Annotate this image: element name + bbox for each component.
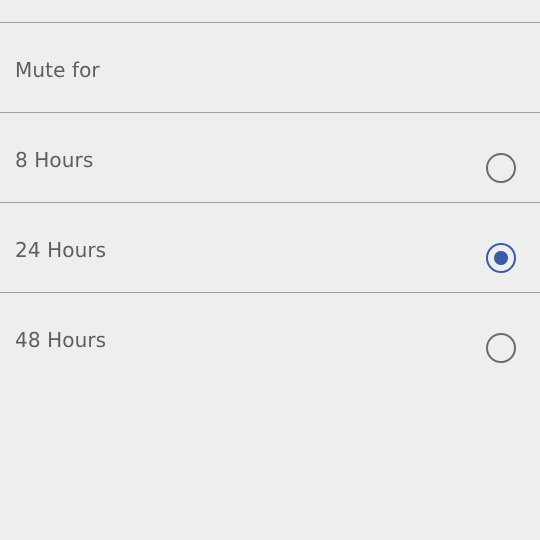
option-label: 48 Hours bbox=[15, 328, 107, 352]
option-label: 24 Hours bbox=[15, 238, 107, 262]
option-label: 8 Hours bbox=[15, 148, 94, 172]
radio-dot bbox=[494, 251, 508, 265]
radio-button-unchecked-icon[interactable] bbox=[486, 333, 516, 363]
mute-dialog: Mute for 8 Hours 24 Hours 48 Hours bbox=[0, 0, 540, 540]
option-8-hours[interactable]: 8 Hours bbox=[0, 114, 540, 203]
top-divider bbox=[0, 0, 540, 23]
radio-button-unchecked-icon[interactable] bbox=[486, 153, 516, 183]
radio-button-checked-icon[interactable] bbox=[486, 243, 516, 273]
option-24-hours[interactable]: 24 Hours bbox=[0, 204, 540, 293]
option-48-hours[interactable]: 48 Hours bbox=[0, 294, 540, 383]
mute-for-header: Mute for bbox=[0, 24, 540, 113]
dialog-title: Mute for bbox=[15, 58, 100, 82]
